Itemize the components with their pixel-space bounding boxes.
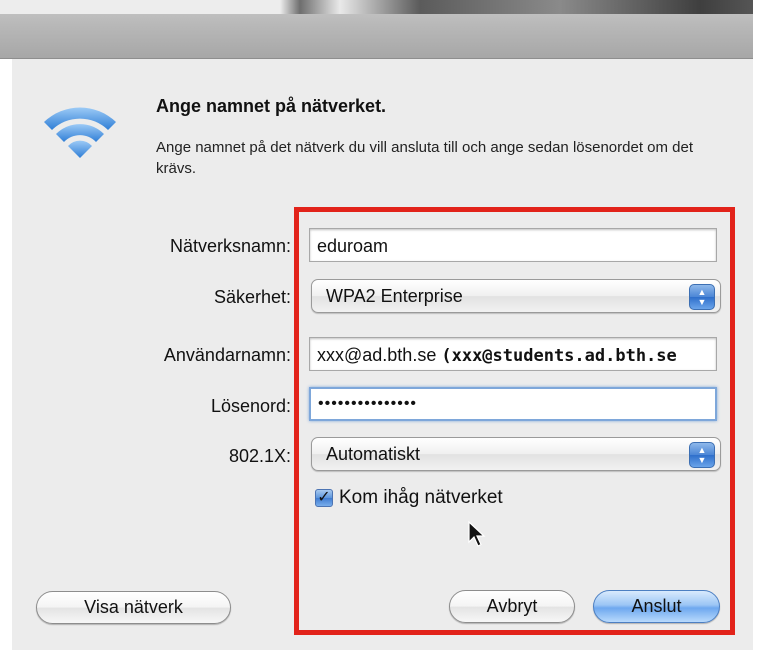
window-title-bar	[0, 0, 753, 59]
username-value: xxx@ad.bth.se	[317, 345, 437, 365]
network-name-value: eduroam	[317, 236, 389, 256]
stepper-icon: ▲ ▼	[689, 442, 715, 468]
wifi-icon	[44, 107, 116, 158]
password-label: Lösenord:	[210, 396, 291, 416]
password-input[interactable]: •••••••••••••••	[309, 387, 717, 421]
dialog-heading: Ange namnet på nätverket.	[156, 96, 387, 116]
remember-network-checkbox[interactable]: ✓ Kom ihåg nätverket	[315, 487, 503, 509]
security-label: Säkerhet:	[213, 287, 291, 307]
cancel-button[interactable]: Avbryt	[449, 590, 575, 623]
network-name-input[interactable]: eduroam	[309, 228, 717, 262]
security-value: WPA2 Enterprise	[326, 286, 463, 306]
eap-select[interactable]: Automatiskt ▲ ▼	[311, 437, 721, 471]
stepper-icon: ▲ ▼	[689, 284, 715, 310]
network-name-label: Nätverksnamn:	[169, 236, 291, 256]
connect-button[interactable]: Anslut	[593, 590, 720, 623]
security-select[interactable]: WPA2 Enterprise ▲ ▼	[311, 279, 721, 313]
checkmark-icon[interactable]: ✓	[315, 489, 333, 507]
username-note: (xxx@students.ad.bth.se	[441, 346, 677, 366]
mouse-pointer-icon	[468, 520, 486, 547]
username-input[interactable]: xxx@ad.bth.se (xxx@students.ad.bth.se	[309, 337, 717, 371]
eap-value: Automatiskt	[326, 444, 421, 464]
password-value: •••••••••••••••	[318, 395, 418, 412]
remember-network-label: Kom ihåg nätverket	[339, 487, 503, 508]
eap-label: 802.1X:	[228, 446, 291, 466]
show-networks-button[interactable]: Visa nätverk	[36, 591, 231, 624]
username-label: Användarnamn:	[163, 345, 291, 365]
dialog-description: Ange namnet på det nätverk du vill anslu…	[156, 139, 694, 177]
